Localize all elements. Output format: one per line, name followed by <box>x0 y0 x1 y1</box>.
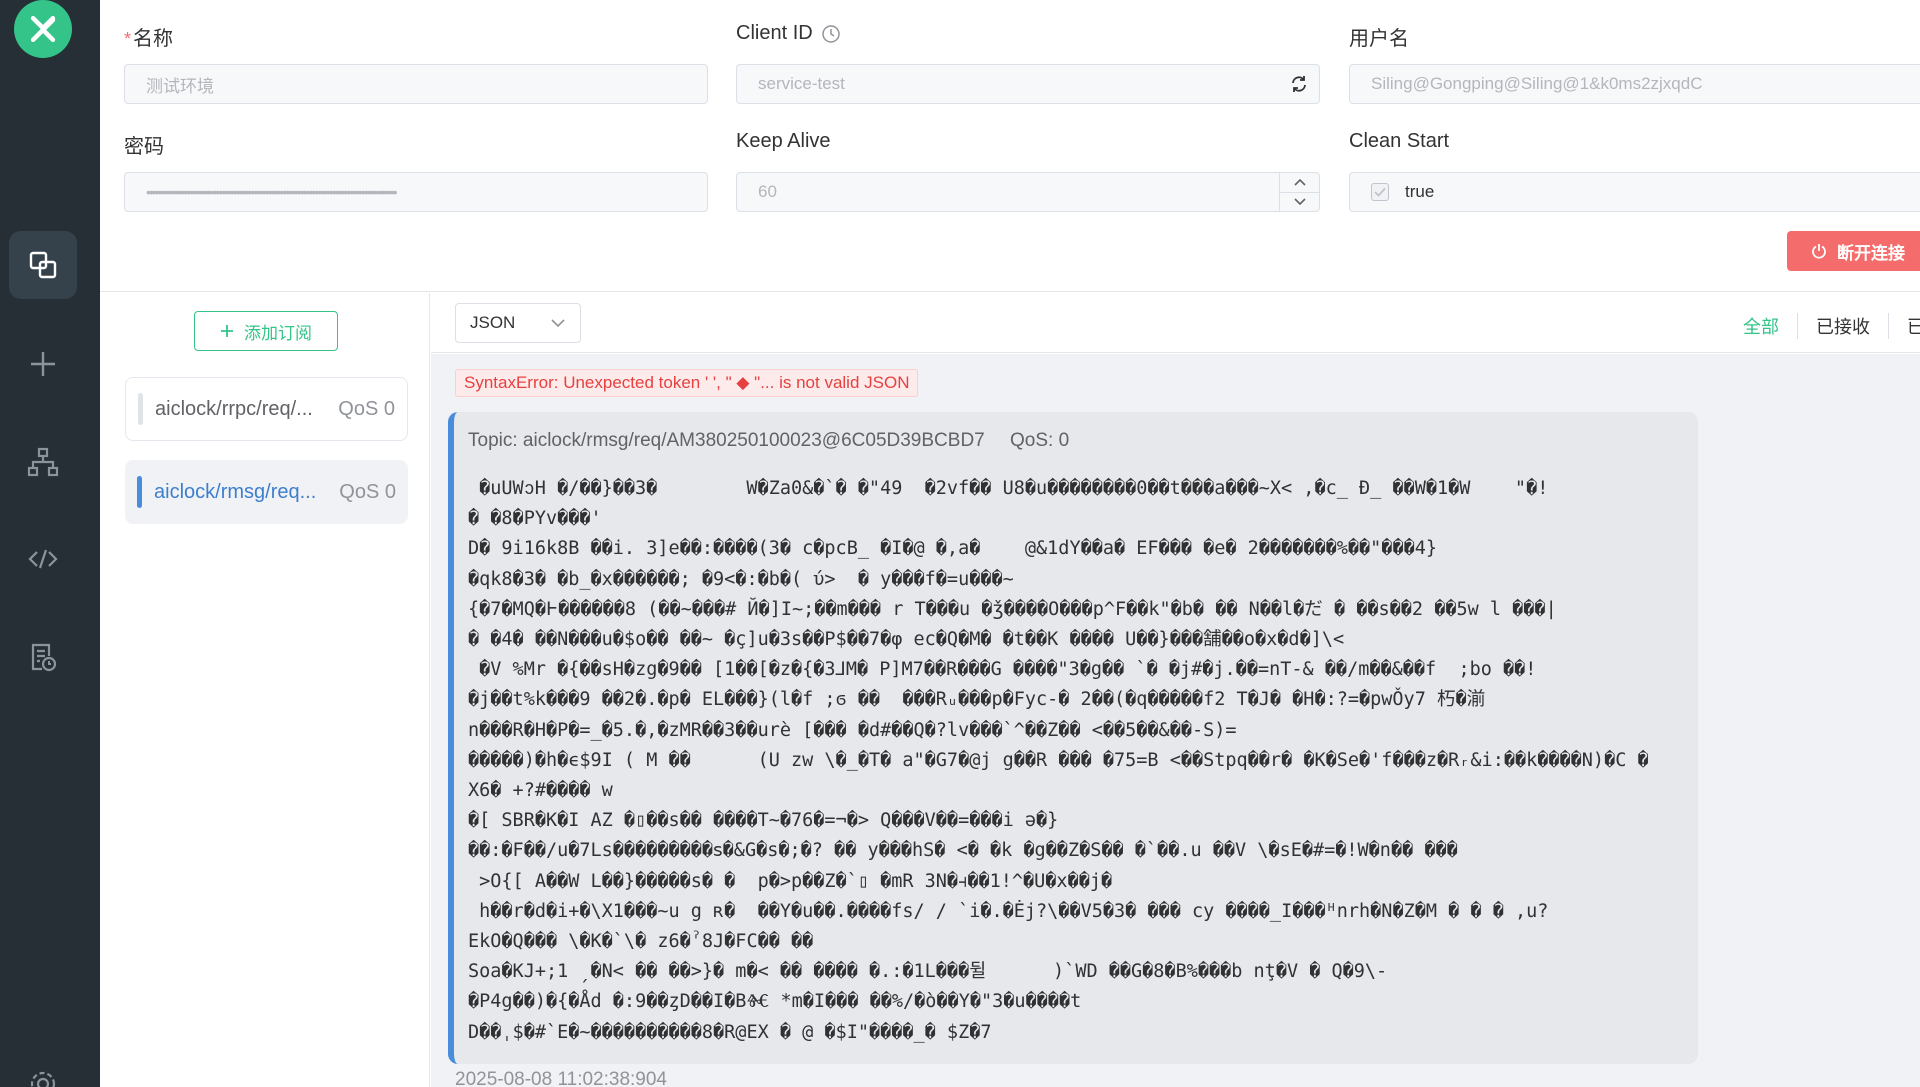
plus-icon <box>31 352 55 376</box>
subscription-qos: QoS 0 <box>339 480 396 503</box>
sidebar-new-connection-button[interactable] <box>9 330 77 398</box>
subscription-item[interactable]: aiclock/rrpc/req/... QoS 0 <box>125 377 408 441</box>
filter-tab-sent[interactable]: 已发送 <box>1888 313 1920 339</box>
payload-format-select[interactable]: JSON <box>455 303 581 343</box>
connection-form: * 名称 测试环境 Client ID service-test 用户名 Sili… <box>100 0 1920 292</box>
sidebar-connections-button[interactable] <box>9 231 77 299</box>
keep-alive-value: 60 <box>758 182 777 201</box>
keep-alive-label: Keep Alive <box>736 130 831 152</box>
logo-x-icon <box>30 15 56 43</box>
add-subscription-button[interactable]: 添加订阅 <box>194 311 338 351</box>
payload-format-value: JSON <box>470 313 516 332</box>
clean-start-value: true <box>1405 182 1435 201</box>
code-icon <box>28 549 58 569</box>
sidebar <box>0 0 100 1087</box>
sidebar-settings-button[interactable] <box>9 1050 77 1087</box>
clean-start-checkbox[interactable] <box>1371 183 1389 201</box>
message-list[interactable]: SyntaxError: Unexpected token ' ', " ◆ "… <box>431 354 1920 1087</box>
clean-start-field[interactable]: true <box>1349 172 1920 212</box>
add-subscription-label: 添加订阅 <box>244 323 312 343</box>
check-icon <box>1374 187 1386 197</box>
filter-tab-all[interactable]: 全部 <box>1725 313 1797 339</box>
message-header: Topic: aiclock/rmsg/req/AM380250100023@6… <box>468 430 1069 452</box>
subscription-color-bar <box>137 476 142 508</box>
disconnect-button[interactable]: 断开连接 <box>1787 231 1920 271</box>
subscription-qos: QoS 0 <box>338 397 395 420</box>
client-id-input[interactable]: service-test <box>736 64 1320 104</box>
password-value: ••••••••••••••••••••••••••••••••••••••••… <box>146 184 398 200</box>
message-filter-tabs: 全部 已接收 已发送 <box>1725 313 1920 339</box>
username-label: 用户名 <box>1349 28 1409 50</box>
message-timestamp: 2025-08-08 11:02:38:904 <box>455 1069 667 1087</box>
subscriptions-panel: 添加订阅 aiclock/rrpc/req/... QoS 0 aiclock/… <box>100 293 430 1087</box>
sidebar-script-button[interactable] <box>9 525 77 593</box>
message-toolbar: JSON 全部 已接收 已发送 <box>431 293 1920 353</box>
disconnect-label: 断开连接 <box>1837 243 1905 263</box>
json-error-badge: SyntaxError: Unexpected token ' ', " ◆ "… <box>455 369 919 397</box>
password-input[interactable]: ••••••••••••••••••••••••••••••••••••••••… <box>124 172 708 212</box>
clean-start-label: Clean Start <box>1349 130 1450 152</box>
name-placeholder: 测试环境 <box>146 76 214 96</box>
sidebar-topology-button[interactable] <box>9 428 77 496</box>
message-card[interactable]: Topic: aiclock/rmsg/req/AM380250100023@6… <box>448 412 1698 1064</box>
topology-icon <box>27 447 59 477</box>
filter-tab-received[interactable]: 已接收 <box>1797 313 1888 339</box>
username-input[interactable]: Siling@Gongping@Siling@1&k0ms2zjxqdC <box>1349 64 1920 104</box>
sidebar-log-button[interactable] <box>9 623 77 691</box>
subscription-color-bar <box>138 393 143 425</box>
name-input[interactable]: 测试环境 <box>124 64 708 104</box>
client-id-label: Client ID <box>736 22 841 45</box>
message-payload: �uUWↄH �/��}��3� W�Za0&�`� �"49 �2vf�� U… <box>468 478 1649 1043</box>
keep-alive-input[interactable]: 60 <box>736 172 1320 212</box>
chevron-down-icon <box>551 319 565 328</box>
chevron-up-icon <box>1293 179 1306 186</box>
mqttx-logo[interactable] <box>14 0 72 58</box>
refresh-icon[interactable] <box>1289 74 1309 94</box>
client-id-value: service-test <box>758 74 845 93</box>
message-topic: Topic: aiclock/rmsg/req/AM380250100023@6… <box>468 430 985 451</box>
subscription-topic: aiclock/rmsg/req... <box>154 480 317 503</box>
gear-icon <box>30 1071 56 1087</box>
subscription-topic: aiclock/rrpc/req/... <box>155 397 313 420</box>
chevron-down-icon <box>1293 198 1306 205</box>
username-value: Siling@Gongping@Siling@1&k0ms2zjxqdC <box>1371 74 1703 93</box>
connections-icon <box>29 251 57 279</box>
plus-icon <box>221 325 233 337</box>
subscription-item-active[interactable]: aiclock/rmsg/req... QoS 0 <box>125 460 408 524</box>
stepper-up-button[interactable] <box>1280 173 1319 192</box>
power-icon <box>1812 244 1826 259</box>
keep-alive-stepper <box>1279 173 1319 211</box>
json-error-text: SyntaxError: Unexpected token ' ', " ◆ "… <box>464 373 910 392</box>
stepper-down-button[interactable] <box>1280 191 1319 212</box>
password-label: 密码 <box>124 136 164 158</box>
log-icon <box>31 643 57 672</box>
name-label: * 名称 <box>124 28 174 50</box>
clock-icon[interactable] <box>821 24 841 44</box>
message-qos: QoS: 0 <box>1010 430 1070 451</box>
